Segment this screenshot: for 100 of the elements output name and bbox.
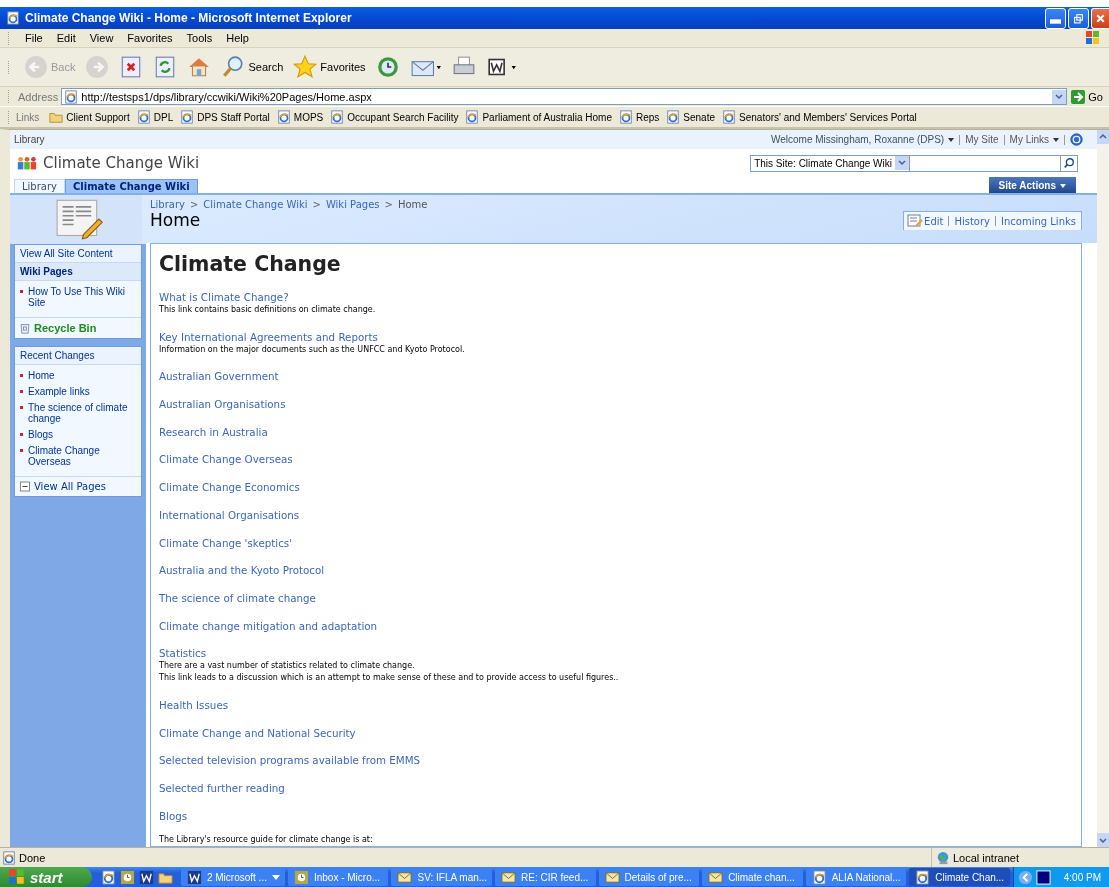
- topic-link[interactable]: Selected further reading: [159, 781, 1073, 795]
- scrollbar[interactable]: [1097, 130, 1109, 847]
- site-link[interactable]: Library: [14, 134, 45, 145]
- topic-link[interactable]: Statistics: [159, 646, 1073, 661]
- favorite-link[interactable]: Parliament of Australia Home: [465, 110, 612, 124]
- topic-link[interactable]: Health Issues: [159, 697, 1073, 712]
- scroll-down-icon[interactable]: [1097, 833, 1109, 847]
- taskbar-button[interactable]: RE: CIR feed...: [495, 868, 596, 886]
- topic-link[interactable]: Research in Australia: [159, 424, 1073, 439]
- taskbar-button[interactable]: ALIA National...: [805, 868, 907, 886]
- taskbar-button[interactable]: Climate Chan...: [909, 868, 1010, 886]
- nav-item[interactable]: The science of climate change: [15, 400, 141, 427]
- site-tab[interactable]: Climate Change Wiki: [64, 179, 198, 193]
- browser-icon: [6, 11, 20, 25]
- restore-button[interactable]: [1068, 7, 1089, 29]
- menu-item[interactable]: Edit: [49, 32, 83, 44]
- square-icon[interactable]: [1035, 869, 1051, 885]
- favorite-link[interactable]: Client Support: [49, 110, 130, 124]
- nav-link[interactable]: View All Site Content: [15, 245, 141, 263]
- favorite-link[interactable]: Senate: [666, 110, 716, 124]
- breadcrumb-separator: >: [189, 199, 199, 210]
- nav-item[interactable]: Climate Change Overseas: [15, 443, 141, 470]
- nav-section-title[interactable]: Wiki Pages: [15, 263, 141, 281]
- favorite-link[interactable]: Reps: [618, 110, 660, 124]
- my-links-menu[interactable]: My Links: [1009, 134, 1059, 145]
- my-site-link[interactable]: My Site: [965, 134, 999, 145]
- welcome-menu[interactable]: Welcome Missingham, Roxanne (DPS): [771, 134, 955, 145]
- taskbar-button[interactable]: Inbox - Micro...: [287, 868, 389, 886]
- page-title: Home: [150, 210, 201, 230]
- toolbar-button[interactable]: Search: [217, 53, 288, 81]
- search-button[interactable]: [1061, 154, 1078, 172]
- page-action-link[interactable]: Incoming Links: [1001, 215, 1076, 227]
- site-actions-button[interactable]: Site Actions: [988, 177, 1076, 193]
- nav-link[interactable]: View All Pages: [34, 481, 106, 492]
- site-tab[interactable]: Library: [14, 179, 65, 193]
- topic-description: This link leads to a discussion which is an attempt to make sense of these and to provide access to useful figures..: [159, 672, 620, 685]
- browser-icon: [465, 110, 480, 124]
- breadcrumb-link[interactable]: Climate Change Wiki: [203, 199, 308, 210]
- close-button[interactable]: [1091, 7, 1109, 29]
- topic-link[interactable]: Australian Organisations: [159, 397, 1073, 412]
- recycle-bin-link[interactable]: Recycle Bin: [34, 322, 97, 334]
- search-icon: [1063, 157, 1075, 169]
- favorite-link[interactable]: DPS Staff Portal: [180, 110, 270, 124]
- window-title: Climate Change Wiki - Home - Microsoft Internet Explorer: [25, 11, 353, 25]
- globe-icon: [935, 850, 950, 865]
- taskbar-button[interactable]: SV: IFLA man...: [391, 868, 493, 886]
- topic-link[interactable]: Blogs: [159, 808, 1073, 823]
- links-label: Links: [16, 111, 40, 123]
- topic-link[interactable]: Key International Agreements and Reports: [159, 329, 1073, 344]
- topic-link[interactable]: Climate Change Economics: [159, 480, 1073, 495]
- close-icon: [1095, 12, 1106, 24]
- breadcrumb-link[interactable]: Library: [150, 199, 185, 210]
- topic-link[interactable]: Australian Government: [159, 369, 1073, 384]
- start-button[interactable]: start: [0, 867, 92, 887]
- breadcrumb-link[interactable]: Wiki Pages: [325, 199, 380, 210]
- topic-link[interactable]: The science of climate change: [159, 590, 1073, 605]
- browser-icon: [811, 869, 827, 885]
- browser-icon: [2, 850, 16, 865]
- menu-item[interactable]: File: [18, 32, 50, 44]
- search-scope-dropdown[interactable]: This Site: Climate Change Wiki: [750, 154, 910, 172]
- address-field[interactable]: http://testsps1/dps/library/ccwiki/Wiki%20Pages/Home.aspx: [61, 88, 1068, 105]
- scroll-up-icon[interactable]: [1097, 130, 1109, 144]
- topic-link[interactable]: Climate Change 'skeptics': [159, 535, 1073, 550]
- topic-link[interactable]: Climate Change Overseas: [159, 452, 1073, 467]
- nav-item[interactable]: How To Use This Wiki Site: [15, 284, 141, 311]
- search-field[interactable]: [910, 154, 1061, 172]
- topic-link[interactable]: International Organisations: [159, 507, 1073, 522]
- minimize-button[interactable]: [1045, 7, 1066, 29]
- browser-icon: [915, 869, 931, 885]
- topic-description: This link contains basic definitions on climate change.: [159, 304, 377, 316]
- windows-logo-icon: [1085, 30, 1101, 46]
- taskbar-button[interactable]: Climate chan...: [702, 868, 803, 886]
- browser-icon: [136, 110, 151, 124]
- topic-link[interactable]: Climate change mitigation and adaptation: [159, 618, 1073, 633]
- topic-link[interactable]: Selected television programs available from EMMS: [159, 753, 1073, 768]
- favorite-link[interactable]: MOPS: [276, 110, 324, 124]
- go-button[interactable]: Go: [1067, 89, 1109, 104]
- topic-link[interactable]: Australia and the Kyoto Protocol: [159, 563, 1073, 578]
- taskbar-button[interactable]: 2 Microsoft ...: [180, 868, 285, 886]
- dropdown-icon: [1052, 89, 1067, 104]
- dropdown-icon: [895, 156, 909, 170]
- help-icon[interactable]: [1070, 133, 1083, 146]
- topic-link[interactable]: Climate Change and National Security: [159, 725, 1073, 740]
- menu-item[interactable]: Favorites: [120, 32, 180, 44]
- page-action-link[interactable]: History: [954, 215, 990, 227]
- page-action-link[interactable]: Edit: [924, 215, 944, 227]
- menu-item[interactable]: View: [82, 32, 121, 44]
- browser-icon: [618, 110, 633, 124]
- toolbar-button[interactable]: Favorites: [289, 53, 370, 81]
- menu-item[interactable]: Tools: [179, 32, 220, 44]
- nav-item[interactable]: Example links: [15, 384, 141, 400]
- page-heading: Climate Change: [159, 252, 342, 276]
- favorite-link[interactable]: DPL: [136, 110, 174, 124]
- nav-item[interactable]: Home: [15, 368, 141, 384]
- taskbar-button[interactable]: Details of pre...: [598, 868, 700, 886]
- favorite-link[interactable]: Senators' and Members' Services Portal: [722, 110, 917, 124]
- favorite-link[interactable]: Occupant Search Facility: [330, 110, 459, 124]
- topic-link[interactable]: What is Climate Change?: [159, 290, 1073, 304]
- menu-item[interactable]: Help: [219, 32, 256, 44]
- nav-item[interactable]: Blogs: [15, 427, 141, 443]
